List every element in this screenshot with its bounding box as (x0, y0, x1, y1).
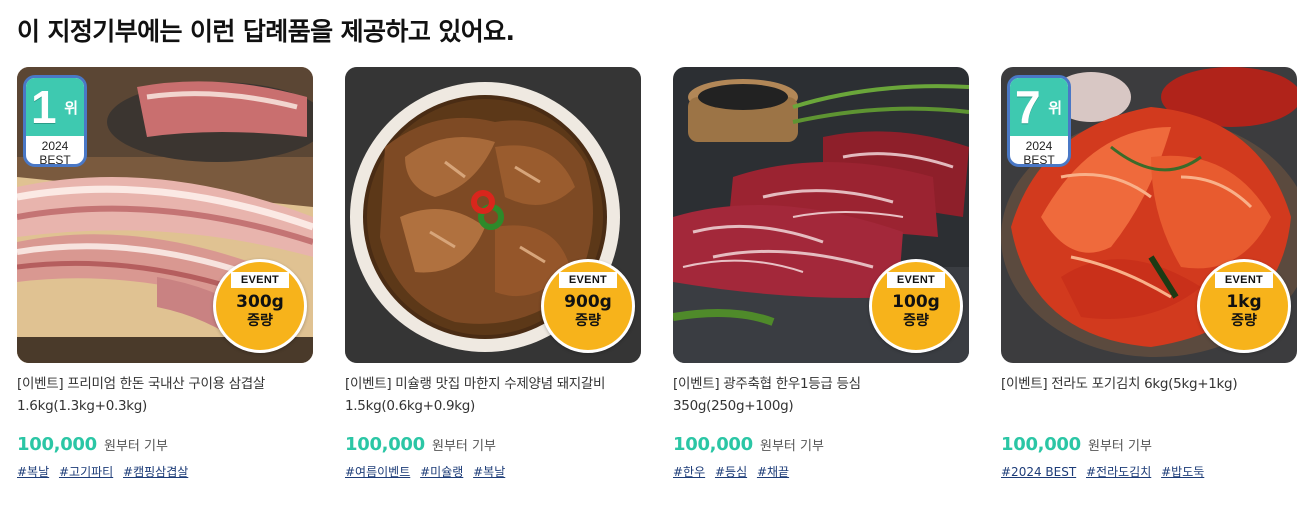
tag-link[interactable]: #등심 (715, 465, 747, 479)
product-name[interactable]: [이벤트] 프리미엄 한돈 국내산 구이용 삼겹살 1.6kg(1.3kg+0.… (17, 373, 313, 417)
event-label: EVENT (886, 272, 946, 288)
product-image[interactable]: 1 위 2024 BEST EVENT 300g 증량 (17, 67, 313, 363)
tag-list: #한우 #등심 #채끝 (673, 463, 969, 480)
price-suffix: 원부터 기부 (431, 439, 496, 454)
event-badge: EVENT 300g 증량 (213, 259, 307, 353)
price-amount: 100,000 (1001, 434, 1081, 455)
product-card[interactable]: 7 위 2024 BEST EVENT 1kg 증량 [이벤트] 전라도 포기김… (1001, 67, 1297, 480)
event-label: EVENT (558, 272, 618, 288)
product-card[interactable]: EVENT 900g 증량 [이벤트] 미슐랭 맛집 마한지 수제양념 돼지갈비… (345, 67, 641, 480)
rank-number: 7 (1015, 81, 1041, 133)
event-amount: 900g (564, 292, 612, 312)
tag-link[interactable]: #전라도김치 (1086, 465, 1151, 479)
tag-list: #복날 #고기파티 #캠핑삼겹살 (17, 463, 313, 480)
event-amount: 100g (892, 292, 940, 312)
rank-year: 2024 (1025, 139, 1053, 153)
product-card[interactable]: EVENT 100g 증량 [이벤트] 광주축협 한우1등급 등심 350g(2… (673, 67, 969, 480)
rank-badge: 7 위 2024 BEST (1007, 75, 1071, 167)
price-row: 100,000 원부터 기부 (1001, 434, 1297, 456)
price-amount: 100,000 (17, 434, 97, 455)
event-badge: EVENT 100g 증량 (869, 259, 963, 353)
rank-unit: 위 (1048, 99, 1062, 117)
tag-list: #2024 BEST #전라도김치 #밥도둑 (1001, 463, 1297, 480)
tag-link[interactable]: #채끝 (757, 465, 789, 479)
product-name[interactable]: [이벤트] 미슐랭 맛집 마한지 수제양념 돼지갈비 1.5kg(0.6kg+0… (345, 373, 641, 417)
tag-link[interactable]: #복날 (473, 465, 505, 479)
tag-link[interactable]: #밥도둑 (1161, 465, 1204, 479)
event-amount: 1kg (1226, 292, 1262, 312)
rank-unit: 위 (64, 99, 78, 117)
rank-label: BEST (1023, 153, 1055, 167)
event-badge: EVENT 900g 증량 (541, 259, 635, 353)
tag-link[interactable]: #캠핑삼겹살 (123, 465, 188, 479)
event-label: EVENT (230, 272, 290, 288)
rank-year: 2024 (41, 139, 69, 153)
product-name[interactable]: [이벤트] 광주축협 한우1등급 등심 350g(250g+100g) (673, 373, 969, 417)
section-title: 이 지정기부에는 이런 답례품을 제공하고 있어요. (17, 17, 515, 46)
rank-badge: 1 위 2024 BEST (23, 75, 87, 167)
tag-link[interactable]: #2024 BEST (1001, 465, 1076, 479)
tag-link[interactable]: #복날 (17, 465, 49, 479)
price-suffix: 원부터 기부 (1087, 439, 1152, 454)
price-amount: 100,000 (673, 434, 753, 455)
rank-number: 1 (31, 81, 57, 133)
price-suffix: 원부터 기부 (759, 439, 824, 454)
event-label: EVENT (1214, 272, 1274, 288)
product-card[interactable]: 1 위 2024 BEST EVENT 300g 증량 [이벤트] 프리미엄 한… (17, 67, 313, 480)
event-badge: EVENT 1kg 증량 (1197, 259, 1291, 353)
tag-link[interactable]: #미슐랭 (420, 465, 463, 479)
event-word: 증량 (575, 313, 601, 329)
event-word: 증량 (247, 313, 273, 329)
event-word: 증량 (903, 313, 929, 329)
product-image[interactable]: EVENT 900g 증량 (345, 67, 641, 363)
price-row: 100,000 원부터 기부 (17, 434, 313, 456)
event-amount: 300g (236, 292, 284, 312)
event-word: 증량 (1231, 313, 1257, 329)
product-name[interactable]: [이벤트] 전라도 포기김치 6kg(5kg+1kg) (1001, 373, 1297, 417)
product-image[interactable]: 7 위 2024 BEST EVENT 1kg 증량 (1001, 67, 1297, 363)
rank-label: BEST (39, 153, 71, 167)
price-row: 100,000 원부터 기부 (345, 434, 641, 456)
price-suffix: 원부터 기부 (103, 439, 168, 454)
tag-link[interactable]: #한우 (673, 465, 705, 479)
tag-list: #여름이벤트 #미슐랭 #복날 (345, 463, 641, 480)
product-image[interactable]: EVENT 100g 증량 (673, 67, 969, 363)
price-row: 100,000 원부터 기부 (673, 434, 969, 456)
tag-link[interactable]: #고기파티 (59, 465, 113, 479)
price-amount: 100,000 (345, 434, 425, 455)
tag-link[interactable]: #여름이벤트 (345, 465, 410, 479)
